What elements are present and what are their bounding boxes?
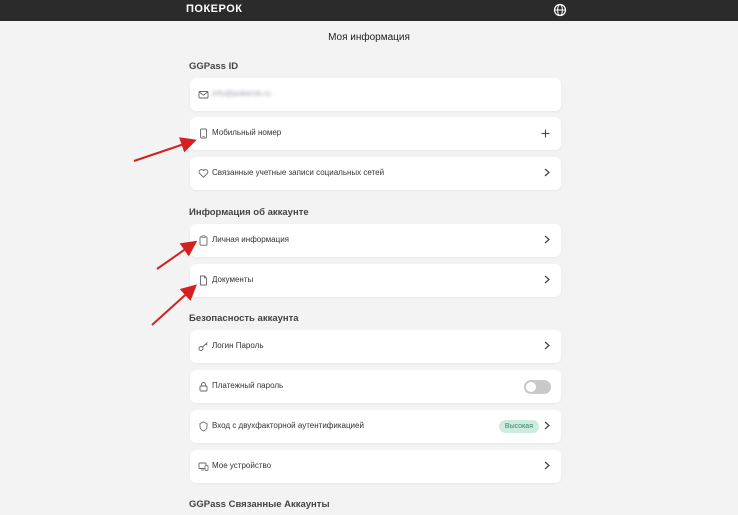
- annotation-arrows: [133, 137, 198, 326]
- annotation-arrow-documents: [151, 284, 197, 326]
- annotation-arrow-mobile: [133, 137, 197, 162]
- annotation-arrow-personal: [156, 240, 198, 270]
